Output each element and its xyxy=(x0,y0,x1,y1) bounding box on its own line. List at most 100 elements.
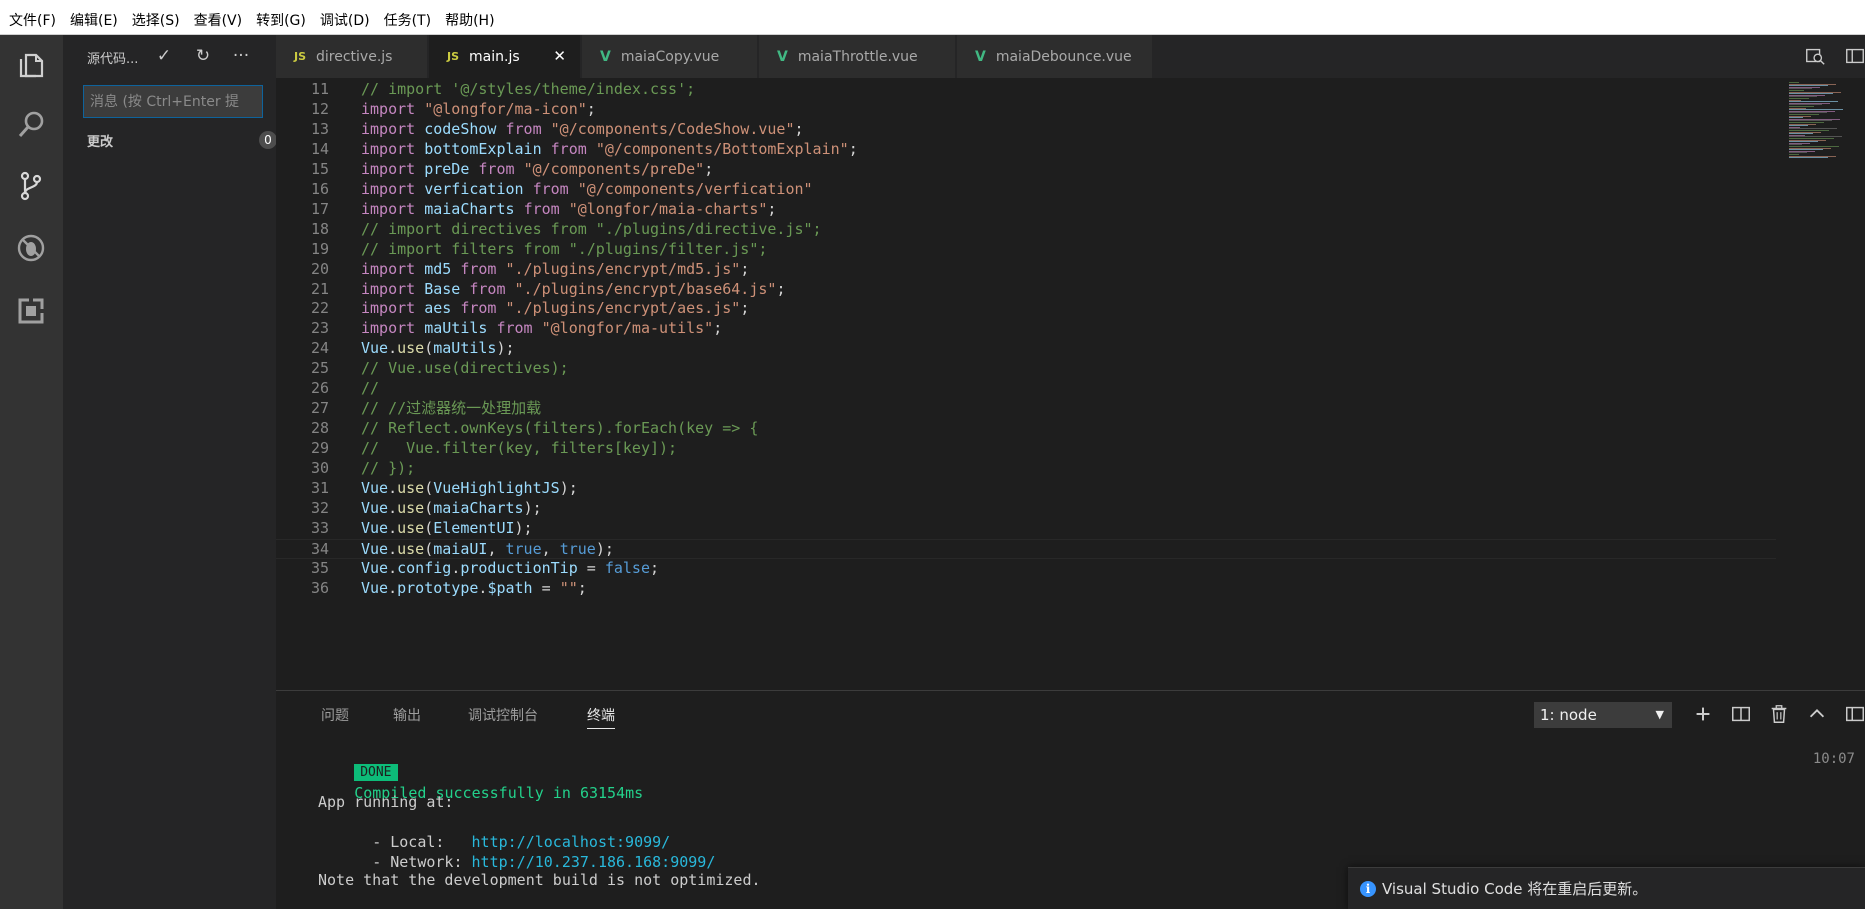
tab-problems[interactable]: 问题 xyxy=(321,705,349,725)
code-text: Vue.prototype.$path = ""; xyxy=(361,579,587,599)
menu-debug[interactable]: 调试(D) xyxy=(313,8,377,35)
code-text: import md5 from "./plugins/encrypt/md5.j… xyxy=(361,260,749,280)
code-text: Vue.use(maUtils); xyxy=(361,339,515,359)
code-line[interactable]: 33 Vue.use(ElementUI); xyxy=(276,519,1776,539)
extensions-icon[interactable] xyxy=(13,293,49,329)
tab-debug-console[interactable]: 调试控制台 xyxy=(468,705,538,725)
code-token: = xyxy=(577,558,605,577)
terminal-select-value: 1: node xyxy=(1540,706,1597,724)
code-line[interactable]: 32 Vue.use(maiaCharts); xyxy=(276,499,1776,519)
split-editor-icon[interactable] xyxy=(1844,45,1865,69)
menu-edit[interactable]: 编辑(E) xyxy=(63,8,125,35)
commit-check-icon[interactable]: ✓ xyxy=(154,46,174,66)
tab-main-js[interactable]: JS main.js ✕ xyxy=(429,35,581,78)
code-line[interactable]: 31 Vue.use(VueHighlightJS); xyxy=(276,479,1776,499)
tab-maiathrottle-vue[interactable]: V maiaThrottle.vue xyxy=(759,35,956,78)
minimap[interactable] xyxy=(1781,78,1865,690)
code-token: import xyxy=(361,179,425,198)
code-token: Vue xyxy=(361,518,389,537)
tab-output[interactable]: 输出 xyxy=(393,705,421,725)
refresh-icon[interactable]: ↻ xyxy=(193,46,213,66)
tab-maiadebounce-vue[interactable]: V maiaDebounce.vue xyxy=(957,35,1153,78)
done-badge: DONE xyxy=(354,764,398,781)
tab-maiacopy-vue[interactable]: V maiaCopy.vue xyxy=(582,35,758,78)
code-token: ; xyxy=(767,199,777,218)
code-line[interactable]: 24 Vue.use(maUtils); xyxy=(276,339,1776,359)
new-terminal-icon[interactable] xyxy=(1692,703,1716,727)
code-line[interactable]: 12 import "@longfor/ma-icon"; xyxy=(276,100,1776,120)
code-line[interactable]: 29 // Vue.filter(key, filters[key]); xyxy=(276,439,1776,459)
code-token: // Vue.filter(key, filters[key]); xyxy=(361,439,678,458)
line-number: 31 xyxy=(310,479,329,497)
update-notification[interactable]: i Visual Studio Code 将在重启后更新。 xyxy=(1348,867,1865,909)
menu-tasks[interactable]: 任务(T) xyxy=(377,8,438,35)
menubar: 文件(F) 编辑(E) 选择(S) 查看(V) 转到(G) 调试(D) 任务(T… xyxy=(0,8,1865,35)
code-token: $path xyxy=(487,578,533,597)
code-line[interactable]: 18 // import directives from "./plugins/d… xyxy=(276,220,1776,240)
menu-goto[interactable]: 转到(G) xyxy=(249,8,313,35)
debug-icon[interactable] xyxy=(13,230,49,266)
explorer-icon[interactable] xyxy=(13,47,49,83)
menu-view[interactable]: 查看(V) xyxy=(187,8,250,35)
code-token: preDe xyxy=(424,159,479,178)
code-line[interactable]: 25 // Vue.use(directives); xyxy=(276,359,1776,379)
code-line[interactable]: 22 import aes from "./plugins/encrypt/aes… xyxy=(276,299,1776,319)
code-line[interactable]: 27 // //过滤器统一处理加载 xyxy=(276,399,1776,419)
code-line[interactable]: 19 // import filters from "./plugins/filt… xyxy=(276,240,1776,260)
code-token: "@longfor/maia-charts" xyxy=(568,199,768,218)
code-token: Vue xyxy=(361,558,389,577)
code-line[interactable]: 30 // }); xyxy=(276,459,1776,479)
menu-file[interactable]: 文件(F) xyxy=(2,8,63,35)
menu-selection[interactable]: 选择(S) xyxy=(125,8,187,35)
code-line[interactable]: 35 Vue.config.productionTip = false; xyxy=(276,559,1776,579)
code-line[interactable]: 17 import maiaCharts from "@longfor/maia-… xyxy=(276,200,1776,220)
code-line[interactable]: 36 Vue.prototype.$path = ""; xyxy=(276,579,1776,599)
more-actions-icon[interactable]: ··· xyxy=(231,46,251,66)
code-token: from xyxy=(523,199,569,218)
code-editor[interactable]: 11// import '@/styles/theme/index.css'; 1… xyxy=(276,78,1865,690)
tab-directive-js[interactable]: JS directive.js xyxy=(276,35,428,78)
code-text: Vue.config.productionTip = false; xyxy=(361,559,659,579)
code-line[interactable]: 26 // xyxy=(276,379,1776,399)
code-token: Base xyxy=(424,279,470,298)
code-token: ; xyxy=(794,119,804,138)
code-token: ; xyxy=(586,99,596,118)
code-line[interactable]: 34 Vue.use(maiaUI, true, true); xyxy=(276,538,1776,559)
line-number: 22 xyxy=(310,299,329,318)
code-line[interactable]: 11 // import '@/styles/theme/index.css'; xyxy=(276,80,1776,100)
search-icon[interactable] xyxy=(13,107,49,143)
code-line[interactable]: 15 import preDe from "@/components/preDe"… xyxy=(276,160,1776,180)
code-line[interactable]: 13 import codeShow from "@/components/Cod… xyxy=(276,120,1776,140)
code-line[interactable]: 28 // Reflect.ownKeys(filters).forEach(ke… xyxy=(276,419,1776,439)
terminal-select[interactable]: 1: node ▼ xyxy=(1534,702,1672,728)
trash-icon[interactable] xyxy=(1768,703,1792,727)
maximize-panel-icon[interactable] xyxy=(1806,703,1830,727)
code-line[interactable]: 21 import Base from "./plugins/encrypt/ba… xyxy=(276,280,1776,300)
source-control-icon[interactable] xyxy=(13,168,49,204)
code-line[interactable]: 23 import maUtils from "@longfor/ma-utils… xyxy=(276,319,1776,339)
network-url-link[interactable]: http://10.237.186.168:9099/ xyxy=(472,853,716,871)
code-line[interactable]: 14 import bottomExplain from "@/component… xyxy=(276,140,1776,160)
menu-help[interactable]: 帮助(H) xyxy=(438,8,501,35)
close-panel-icon[interactable] xyxy=(1844,703,1865,727)
code-line[interactable]: 20 import md5 from "./plugins/encrypt/md5… xyxy=(276,260,1776,280)
sidebar-title: 源代码... xyxy=(87,52,139,67)
code-text: // //过滤器统一处理加载 xyxy=(361,399,541,419)
split-terminal-icon[interactable] xyxy=(1730,703,1754,727)
code-token: import xyxy=(361,99,425,118)
code-token: Vue xyxy=(361,498,389,517)
code-token: from xyxy=(460,299,506,318)
code-token: use xyxy=(397,518,425,537)
open-changes-icon[interactable] xyxy=(1804,45,1828,69)
tab-terminal[interactable]: 终端 xyxy=(587,705,615,729)
code-token: // Reflect.ownKeys(filters).forEach(key … xyxy=(361,419,759,438)
close-icon[interactable]: ✕ xyxy=(553,47,566,65)
code-token: maiaCharts xyxy=(424,199,524,218)
code-token: . xyxy=(388,558,398,577)
code-text: // import '@/styles/theme/index.css'; xyxy=(361,80,695,100)
code-line[interactable]: 16 import verfication from "@/components/… xyxy=(276,180,1776,200)
activity-bar xyxy=(0,35,63,909)
changes-group[interactable]: 更改 0 xyxy=(87,129,277,151)
commit-message-input[interactable] xyxy=(83,85,263,118)
line-number: 36 xyxy=(310,578,329,597)
